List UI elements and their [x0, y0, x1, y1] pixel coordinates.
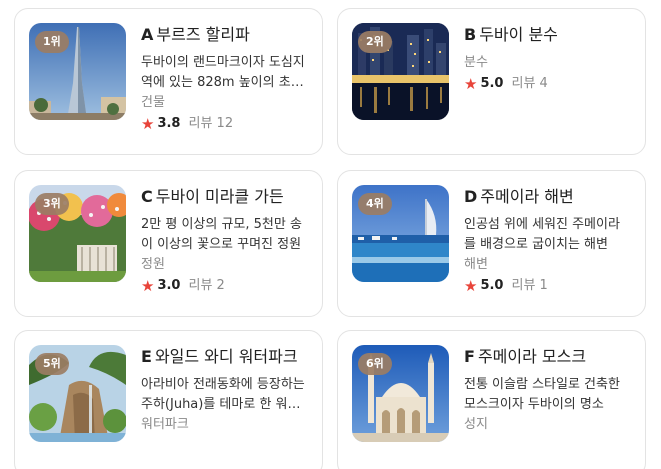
rating-score: 3.8	[157, 116, 181, 131]
star-icon: ★	[141, 115, 155, 133]
attraction-description: 두바이의 랜드마크이자 도심지역에 있는 828m 높이의 초고층 빌딩	[141, 55, 305, 90]
card-info: C 두바이 미라클 가든 2만 평 이상의 규모, 5천만 송이 이상의 꽃으로 …	[141, 185, 307, 297]
attraction-name: 주메이라 해변	[480, 187, 574, 206]
rating-row: ★ 5.0 리뷰 1	[464, 275, 630, 297]
rank-badge: 4위	[358, 193, 392, 215]
marker-letter: E	[141, 347, 152, 366]
rank-badge: 5위	[35, 353, 69, 375]
review-count: 4	[539, 76, 548, 91]
attraction-title[interactable]: A 부르즈 할리파	[141, 23, 307, 47]
jumeirah-beach-image[interactable]: 4위	[352, 185, 449, 282]
review-label: 리뷰	[511, 76, 536, 91]
star-icon: ★	[464, 277, 478, 295]
card-info: F 주메이라 모스크 전통 이슬람 스타일로 건축한 모스크이자 두바이의 명소 …	[464, 345, 630, 435]
attraction-description: 2만 평 이상의 규모, 5천만 송이 이상의 꽃으로 꾸며진 정원	[141, 217, 302, 252]
rank-badge: 2위	[358, 31, 392, 53]
attraction-name: 주메이라 모스크	[477, 347, 587, 366]
card-info: E 와일드 와디 워터파크 아라비아 전래동화에 등장하는 주하(Juha)를 테…	[141, 345, 307, 435]
attraction-card-f[interactable]: 6위 F 주메이라 모스크 전통 이슬람 스타일로 건축한 모스크이자 두바이의 …	[337, 330, 646, 469]
attraction-title[interactable]: D 주메이라 해변	[464, 185, 630, 209]
attraction-name: 두바이 미라클 가든	[155, 187, 284, 206]
review-label: 리뷰	[188, 116, 213, 131]
marker-letter: A	[141, 25, 154, 44]
marker-letter: F	[464, 347, 475, 366]
rating-row: ★ 5.0 리뷰 4	[464, 73, 630, 95]
attraction-description: 인공섬 위에 세워진 주메이라를 배경으로 굽이치는 해변	[464, 217, 620, 252]
rating-row: ★ 3.0 리뷰 2	[141, 275, 307, 297]
rank-badge: 3위	[35, 193, 69, 215]
attraction-name: 두바이 분수	[479, 25, 558, 44]
attraction-card-a[interactable]: 1위 A 부르즈 할리파 두바이의 랜드마크이자 도심지역에 있는 828m 높이…	[14, 8, 323, 155]
rating-score: 3.0	[157, 278, 181, 293]
review-label: 리뷰	[188, 278, 213, 293]
rank-badge: 1위	[35, 31, 69, 53]
burj-khalifa-image[interactable]: 1위	[29, 23, 126, 120]
jumeirah-mosque-image[interactable]: 6위	[352, 345, 449, 442]
attraction-description: 전통 이슬람 스타일로 건축한 모스크이자 두바이의 명소	[464, 377, 620, 412]
attraction-card-c[interactable]: 3위 C 두바이 미라클 가든 2만 평 이상의 규모, 5천만 송이 이상의 꽃…	[14, 170, 323, 317]
attraction-title[interactable]: F 주메이라 모스크	[464, 345, 630, 369]
attraction-card-b[interactable]: 2위 B 두바이 분수 분수 ★ 5.0 리뷰 4	[337, 8, 646, 155]
card-info: D 주메이라 해변 인공섬 위에 세워진 주메이라를 배경으로 굽이치는 해변 해…	[464, 185, 630, 297]
review-count: 1	[539, 278, 548, 293]
attraction-name: 부르즈 할리파	[156, 25, 250, 44]
attraction-category: 성지	[464, 417, 488, 432]
attraction-card-d[interactable]: 4위 D 주메이라 해변 인공섬 위에 세워진 주메이라를 배경으로 굽이치는 해…	[337, 170, 646, 317]
dubai-fountain-image[interactable]: 2위	[352, 23, 449, 120]
star-icon: ★	[141, 277, 155, 295]
attraction-title[interactable]: E 와일드 와디 워터파크	[141, 345, 307, 369]
rank-badge: 6위	[358, 353, 392, 375]
card-info: A 부르즈 할리파 두바이의 랜드마크이자 도심지역에 있는 828m 높이의 초…	[141, 23, 307, 135]
review-label: 리뷰	[511, 278, 536, 293]
attraction-name: 와일드 와디 워터파크	[154, 347, 298, 366]
miracle-garden-image[interactable]: 3위	[29, 185, 126, 282]
attraction-title[interactable]: B 두바이 분수	[464, 23, 630, 47]
review-count: 12	[216, 116, 234, 131]
marker-letter: D	[464, 187, 478, 206]
attraction-description: 아라비아 전래동화에 등장하는 주하(Juha)를 테마로 한 워터파크	[141, 377, 305, 412]
card-info: B 두바이 분수 분수 ★ 5.0 리뷰 4	[464, 23, 630, 95]
attraction-category: 건물	[141, 95, 165, 110]
review-count: 2	[216, 278, 225, 293]
star-icon: ★	[464, 75, 478, 93]
marker-letter: C	[141, 187, 153, 206]
wild-wadi-image[interactable]: 5위	[29, 345, 126, 442]
rating-score: 5.0	[480, 76, 504, 91]
attraction-category: 해변	[464, 257, 488, 272]
attraction-category: 분수	[464, 55, 488, 70]
attraction-title[interactable]: C 두바이 미라클 가든	[141, 185, 307, 209]
attraction-category: 워터파크	[141, 417, 189, 432]
rating-row: ★ 3.8 리뷰 12	[141, 113, 307, 135]
attraction-grid: 1위 A 부르즈 할리파 두바이의 랜드마크이자 도심지역에 있는 828m 높이…	[0, 0, 661, 469]
marker-letter: B	[464, 25, 477, 44]
attraction-category: 정원	[141, 257, 165, 272]
attraction-card-e[interactable]: 5위 E 와일드 와디 워터파크 아라비아 전래동화에 등장하는 주하(Juha)…	[14, 330, 323, 469]
rating-score: 5.0	[480, 278, 504, 293]
